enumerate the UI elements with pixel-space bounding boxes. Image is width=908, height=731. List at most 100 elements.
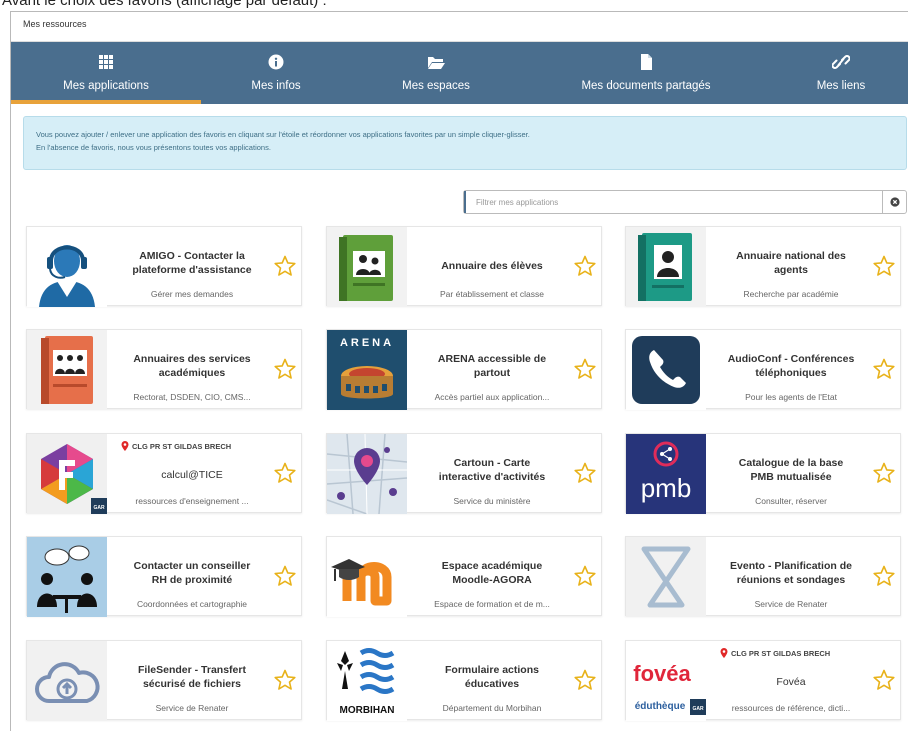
- app-description: Service de Renater: [155, 703, 229, 713]
- tab-mes-documents-partages[interactable]: Mes documents partagés: [521, 42, 771, 104]
- tab-mes-infos[interactable]: Mes infos: [201, 42, 351, 104]
- tab-label: Mes documents partagés: [581, 80, 711, 92]
- pmb-thumbnail: pmb: [626, 434, 706, 514]
- tab-mes-espaces[interactable]: Mes espaces: [351, 42, 521, 104]
- app-title: calcul@TICE: [161, 469, 223, 481]
- app-title: AMIGO - Contacter la plateforme d'assista…: [132, 250, 252, 276]
- app-title: Formulaire actions éducatives: [445, 664, 539, 690]
- tab-label: Mes espaces: [402, 80, 470, 92]
- hourglass-icon: [641, 546, 691, 608]
- app-card-annuaires-services[interactable]: Annuaires des services académiques Rector…: [26, 329, 302, 410]
- favorite-star-icon[interactable]: [573, 461, 597, 485]
- app-title: Annuaire des élèves: [441, 260, 543, 272]
- app-card-annuaire-national[interactable]: Annuaire national des agents Recherche pa…: [625, 226, 901, 307]
- cloud-upload-icon: [35, 662, 100, 703]
- favorite-star-icon[interactable]: [872, 254, 896, 278]
- app-title: Cartoun - Carte interactive d'activités: [438, 457, 546, 483]
- clear-circle-icon: [889, 197, 900, 207]
- filesender-thumbnail: [27, 641, 107, 721]
- app-title: Evento - Planification de réunions et son…: [730, 560, 852, 586]
- panel-title: Mes ressources: [11, 12, 908, 42]
- app-description: Coordonnées et cartographie: [136, 599, 248, 609]
- app-description: Par établissement et classe: [440, 289, 544, 299]
- filter-applications-input[interactable]: [464, 191, 882, 213]
- tab-label: Mes liens: [816, 80, 866, 92]
- tab-bar: Mes applications Mes infos Mes espaces M…: [11, 42, 908, 104]
- app-description: Service du ministère: [453, 496, 531, 506]
- app-description: Accès partiel aux application...: [434, 392, 550, 402]
- location-pin-icon: [720, 648, 728, 658]
- morbihan-thumbnail: MORBIHAN: [327, 641, 407, 721]
- map-pin-icon: [327, 434, 407, 514]
- app-card-annuaire-eleves[interactable]: Annuaire des élèves Par établissement et…: [326, 226, 602, 307]
- app-card-formulaire-actions[interactable]: MORBIHAN Formulaire actions éducatives Dé…: [326, 640, 602, 721]
- filter-box: [463, 190, 907, 214]
- conversation-people-icon: [27, 537, 107, 617]
- app-card-moodle-agora[interactable]: Espace académique Moodle-AGORA Espace de …: [326, 536, 602, 617]
- app-description: ressources de référence, dicti...: [731, 703, 851, 713]
- favorites-info-alert: Vous pouvez ajouter / enlever une applic…: [23, 116, 907, 170]
- app-card-conseiller-rh[interactable]: Contacter un conseiller RH de proximité C…: [26, 536, 302, 617]
- app-title: Espace académique Moodle-AGORA: [441, 560, 543, 586]
- app-card-catalogue-pmb[interactable]: pmb Catalogue de la base PMB mutualisée C…: [625, 433, 901, 514]
- app-card-fovea[interactable]: fovéa éduthèque GAR CLG PR ST GILDAS BRE…: [625, 640, 901, 721]
- favorite-star-icon[interactable]: [273, 357, 297, 381]
- app-card-cartoun[interactable]: Cartoun - Carte interactive d'activités S…: [326, 433, 602, 514]
- edutheque-logo-text: éduthèque: [635, 701, 686, 712]
- pmb-logo-text: pmb: [641, 473, 692, 503]
- arena-colosseum-icon: ARENA: [327, 330, 407, 410]
- app-card-calcul-tice[interactable]: GAR CLG PR ST GILDAS BRECH calcul@TICE r…: [26, 433, 302, 514]
- favorite-star-icon[interactable]: [872, 564, 896, 588]
- evento-thumbnail: [626, 537, 706, 617]
- annuaires-services-thumbnail: [27, 330, 107, 410]
- document-icon: [641, 54, 652, 70]
- favorite-star-icon[interactable]: [573, 357, 597, 381]
- page-caption: Avant le choix des favoris (affichage pa…: [2, 0, 327, 9]
- active-tab-indicator: [11, 100, 201, 104]
- app-title: Annuaire national des agents: [736, 250, 846, 276]
- tab-mes-applications[interactable]: Mes applications: [11, 42, 201, 104]
- app-title: Fovéa: [776, 676, 806, 688]
- moodle-thumbnail: [327, 537, 407, 617]
- app-card-audioconf[interactable]: AudioConf - Conférences téléphoniques Pou…: [625, 329, 901, 410]
- gar-badge: GAR: [692, 706, 704, 712]
- app-title: ARENA accessible de partout: [437, 353, 547, 379]
- app-description: Rectorat, DSDEN, CIO, CMS...: [133, 392, 251, 402]
- app-description: Département du Morbihan: [442, 703, 542, 713]
- app-title: Annuaires des services académiques: [133, 353, 251, 379]
- info-line-1: Vous pouvez ajouter / enlever une applic…: [36, 130, 530, 139]
- app-description: Gérer mes demandes: [150, 289, 234, 299]
- tab-mes-liens[interactable]: Mes liens: [771, 42, 908, 104]
- favorite-star-icon[interactable]: [273, 564, 297, 588]
- favorite-star-icon[interactable]: [872, 668, 896, 692]
- arena-thumbnail: ARENA: [327, 330, 407, 410]
- favorite-star-icon[interactable]: [872, 357, 896, 381]
- calcul-tice-logo: GAR: [27, 434, 107, 514]
- favorite-star-icon[interactable]: [273, 461, 297, 485]
- morbihan-logo-text: MORBIHAN: [340, 705, 395, 716]
- app-title: AudioConf - Conférences téléphoniques: [727, 353, 855, 379]
- app-card-arena[interactable]: ARENA ARENA accessible de partout Accès p…: [326, 329, 602, 410]
- tab-label: Mes infos: [251, 80, 301, 92]
- amigo-thumbnail: [27, 227, 107, 307]
- cartoun-thumbnail: [327, 434, 407, 514]
- favorite-star-icon[interactable]: [872, 461, 896, 485]
- app-title: Catalogue de la base PMB mutualisée: [738, 457, 844, 483]
- app-description: Pour les agents de l'Etat: [745, 392, 837, 402]
- favorite-star-icon[interactable]: [573, 564, 597, 588]
- app-description: Recherche par académie: [743, 289, 839, 299]
- filter-clear-button[interactable]: [882, 191, 906, 213]
- app-card-evento[interactable]: Evento - Planification de réunions et son…: [625, 536, 901, 617]
- favorite-star-icon[interactable]: [273, 254, 297, 278]
- favorite-star-icon[interactable]: [573, 254, 597, 278]
- favorite-star-icon[interactable]: [573, 668, 597, 692]
- app-card-amigo[interactable]: AMIGO - Contacter la plateforme d'assista…: [26, 226, 302, 307]
- favorite-star-icon[interactable]: [273, 668, 297, 692]
- info-icon: [268, 54, 284, 70]
- app-description: Consulter, réserver: [755, 496, 827, 506]
- app-card-filesender[interactable]: FileSender - Transfert sécurisé de fichie…: [26, 640, 302, 721]
- orange-directory-book-icon: [41, 336, 93, 404]
- teal-directory-book-icon: [638, 233, 692, 301]
- conseiller-rh-thumbnail: [27, 537, 107, 617]
- audioconf-thumbnail: [626, 330, 706, 410]
